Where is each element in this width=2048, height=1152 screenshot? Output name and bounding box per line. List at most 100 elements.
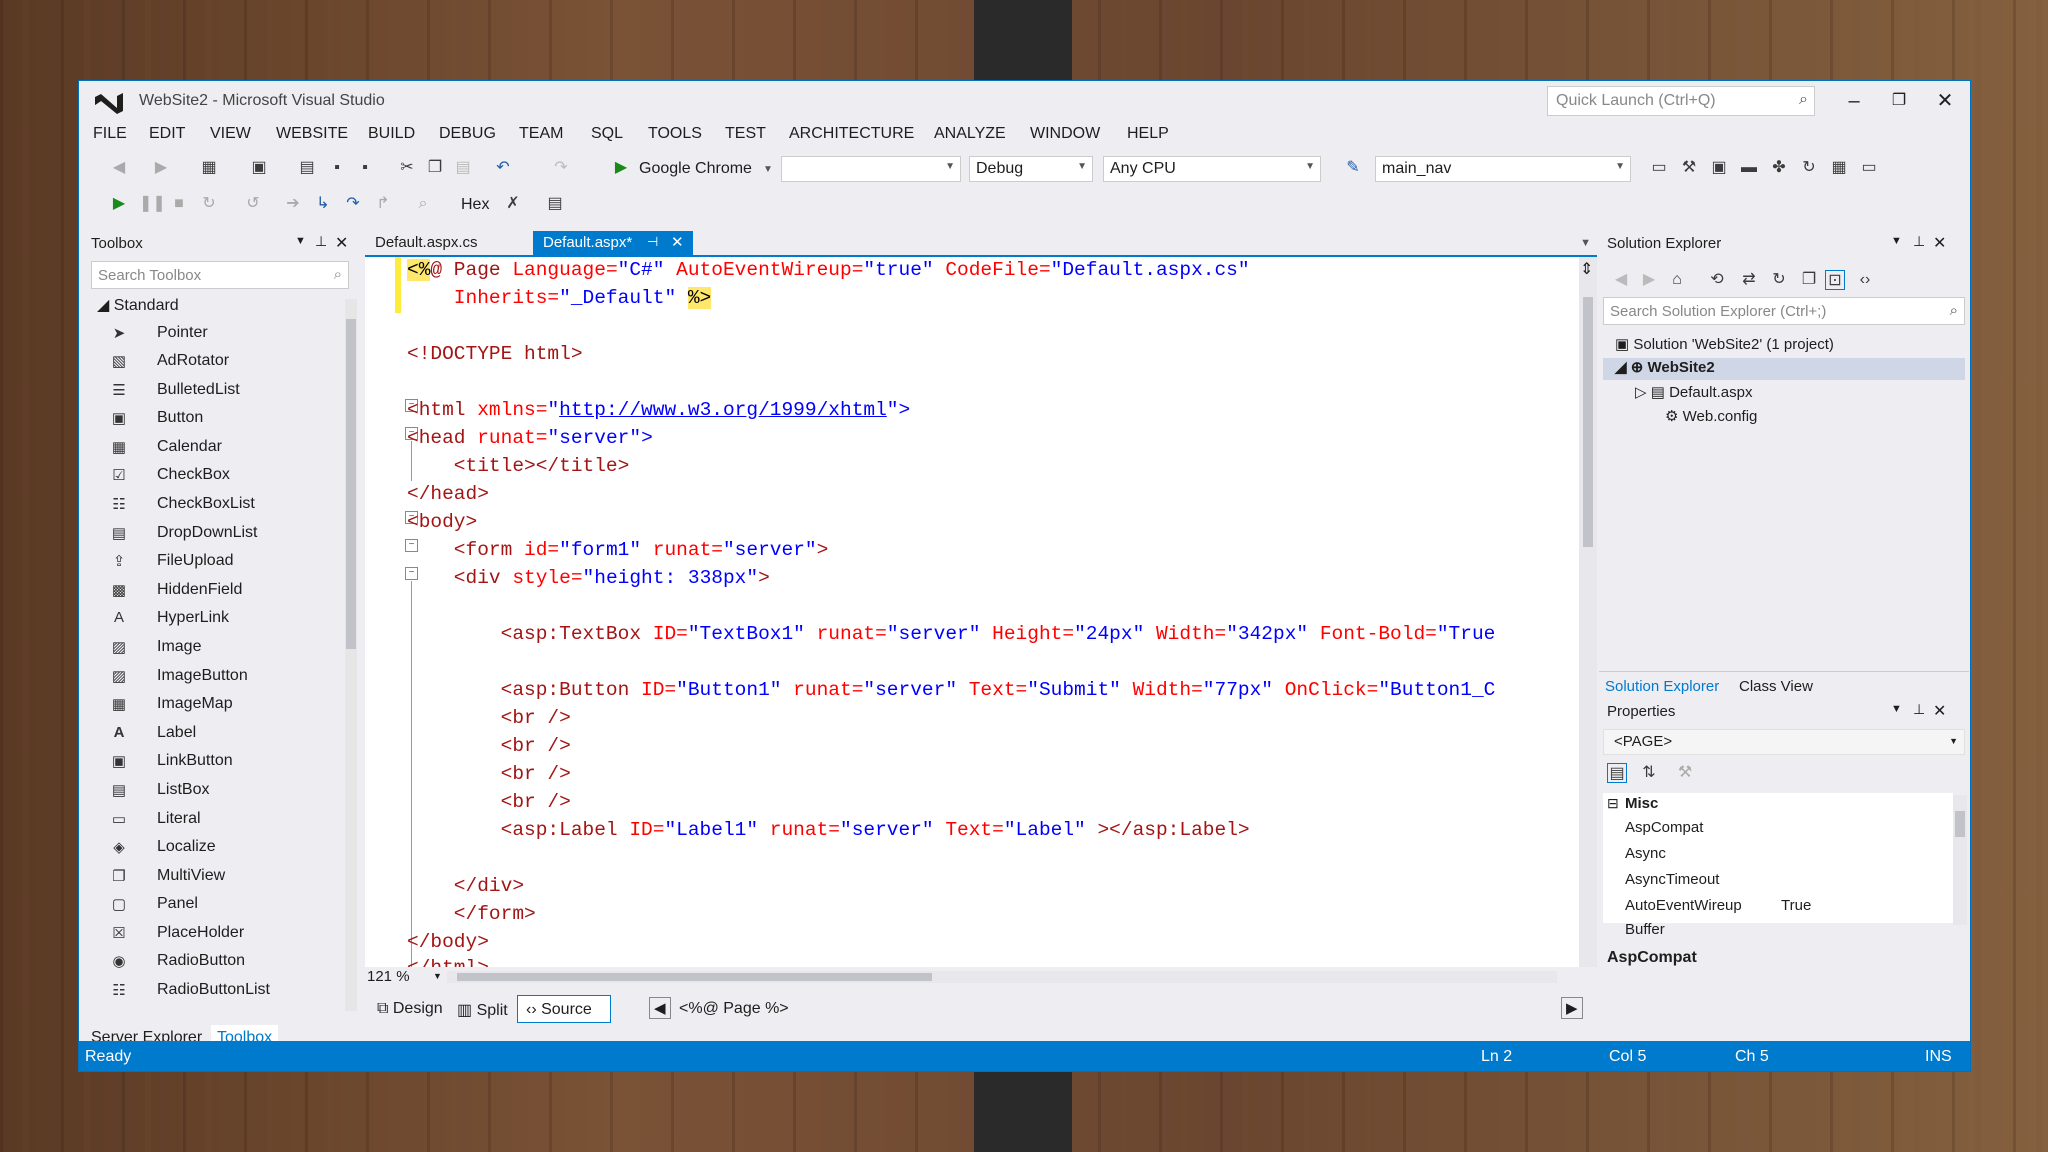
toolbox-item[interactable]: A Label [109,723,329,745]
toolbox-item[interactable]: A HyperLink [109,608,329,630]
toolbox-item[interactable]: ☑ CheckBox [109,465,329,487]
source-view-button[interactable]: ‹› Source [517,995,611,1023]
property-row[interactable]: AutoEventWireup True [1625,897,1945,919]
project-node[interactable]: ◢ ⊕ WebSite2 [1603,358,1965,380]
hex-toggle[interactable]: Hex [461,196,489,214]
split-icon[interactable]: ⇕ [1580,259,1593,279]
empty-combo[interactable]: ▼ [781,156,961,182]
toolbox-close-icon[interactable]: ✕ [335,233,348,253]
toolbox-item[interactable]: ☒ PlaceHolder [109,923,329,945]
property-row[interactable]: Async [1625,845,1945,867]
menu-edit[interactable]: EDIT [149,125,185,143]
exception-icon[interactable]: ✗ [503,194,523,214]
wrench-icon[interactable]: ⚒ [1679,158,1699,178]
code-area[interactable]: <%@ Page Language="C#" AutoEventWireup="… [365,257,1579,967]
output-icon[interactable]: ▭ [1859,158,1879,178]
menu-debug[interactable]: DEBUG [439,125,496,143]
menu-architecture[interactable]: ARCHITECTURE [789,125,914,143]
cut-icon[interactable]: ✂ [397,158,417,178]
refresh-windows-icon[interactable]: ↺ [243,194,263,214]
new-project-icon[interactable]: ▦ [199,158,219,178]
minimize-button[interactable]: – [1834,85,1874,117]
redo-icon[interactable]: ↷ [551,158,571,178]
toolbox-item[interactable]: ⇪ FileUpload [109,551,329,573]
toolbox-item[interactable]: ▨ ImageButton [109,666,329,688]
toolbox-item[interactable]: ▤ ListBox [109,780,329,802]
object-selector[interactable]: <PAGE> ▼ [1603,729,1965,755]
toolbox-item[interactable]: ▧ AdRotator [109,351,329,373]
add-item-icon[interactable]: ▣ [249,158,269,178]
toolbox-item[interactable]: ◈ Localize [109,837,329,859]
property-pages-icon[interactable]: ⚒ [1675,763,1695,783]
platform-combo[interactable]: Any CPU ▼ [1103,156,1321,182]
panel-close-icon[interactable]: ✕ [1933,233,1946,253]
back-icon[interactable]: ◀ [1611,270,1631,290]
forward-icon[interactable]: ▶ [151,158,171,178]
browse-icon[interactable]: ▭ [1649,158,1669,178]
design-view-button[interactable]: ⧉ Design [369,995,451,1023]
toolbox-item[interactable]: ➤ Pointer [109,323,329,345]
breadcrumb-back-icon[interactable]: ◀ [649,997,671,1019]
show-next-statement-icon[interactable]: ➔ [283,194,303,214]
navigate-icon[interactable]: ✎ [1343,158,1363,178]
restore-button[interactable]: ❐ [1879,85,1919,117]
toolbox-scrollbar[interactable] [345,299,357,1011]
breadcrumb-forward-icon[interactable]: ▶ [1561,997,1583,1019]
property-row[interactable]: Buffer [1625,921,1945,943]
toolbox-search-input[interactable]: Search Toolbox ⌕ [91,261,349,289]
split-view-button[interactable]: ▥ Split [449,995,516,1023]
refresh-icon[interactable]: ↻ [1769,270,1789,290]
collapse-all-icon[interactable]: ❐ [1799,270,1819,290]
copy-icon[interactable]: ❐ [425,158,445,178]
property-row[interactable]: AspCompat [1625,819,1945,841]
toolbox-item[interactable]: ▦ ImageMap [109,694,329,716]
menu-build[interactable]: BUILD [368,125,415,143]
toolbox-item[interactable]: ☷ CheckBoxList [109,494,329,516]
save-icon[interactable]: ▪ [327,158,347,178]
back-icon[interactable]: ◀ [109,158,129,178]
toolbox-category-standard[interactable]: ◢ Standard [97,295,179,315]
tab-default-aspx-cs[interactable]: Default.aspx.cs [365,231,488,255]
step-into-icon[interactable]: ↳ [313,194,333,214]
tag-breadcrumb[interactable]: <%@ Page %> [679,1000,789,1018]
toolbox-item[interactable]: ▤ DropDownList [109,523,329,545]
menu-view[interactable]: VIEW [210,125,251,143]
start-debugging-icon[interactable]: ▶ [611,158,631,178]
window-icon[interactable]: ▣ [1709,158,1729,178]
threads-icon[interactable]: ▤ [545,194,565,214]
category-collapse-icon[interactable]: ⊟ [1607,795,1619,812]
paste-icon[interactable]: ▤ [453,158,473,178]
toolbox-item[interactable]: ◉ RadioButton [109,951,329,973]
solution-search-input[interactable]: Search Solution Explorer (Ctrl+;) ⌕ [1603,297,1965,325]
forward-icon[interactable]: ▶ [1639,270,1659,290]
menu-sql[interactable]: SQL [591,125,623,143]
toolbox-item[interactable]: ▨ Image [109,637,329,659]
toolbox-item[interactable]: ☷ RadioButtonList [109,980,329,1002]
panel-close-icon[interactable]: ✕ [1933,701,1946,721]
step-out-icon[interactable]: ↱ [373,194,393,214]
toolbox-item[interactable]: ▣ Button [109,408,329,430]
open-file-icon[interactable]: ▤ [297,158,317,178]
menu-website[interactable]: WEBSITE [276,125,348,143]
quick-launch-input[interactable]: Quick Launch (Ctrl+Q) ⌕ [1547,86,1815,116]
home-icon[interactable]: ⌂ [1667,270,1687,290]
scroll-thumb[interactable] [457,973,932,981]
refresh-icon[interactable]: ↻ [1799,158,1819,178]
show-all-files-icon[interactable]: ⊡ [1825,270,1845,290]
step-over-icon[interactable]: ↷ [343,194,363,214]
class-view-icon[interactable]: ✤ [1769,158,1789,178]
configuration-combo[interactable]: Debug ▼ [969,156,1093,182]
pin-icon[interactable]: ⊣ [647,234,658,250]
file-node-default-aspx[interactable]: ▷ ▤ Default.aspx [1635,383,1752,405]
categorized-icon[interactable]: ▤ [1607,763,1627,783]
navigation-combo[interactable]: main_nav ▼ [1375,156,1631,182]
toolbox-item[interactable]: ▣ LinkButton [109,751,329,773]
panel-dropdown-icon[interactable]: ▼ [1891,703,1902,715]
toolbox-item[interactable]: ☰ BulletedList [109,380,329,402]
property-row[interactable]: AsyncTimeout [1625,871,1945,893]
panel-dropdown-icon[interactable]: ▼ [1891,235,1902,247]
toolbox-item[interactable]: ▭ Literal [109,809,329,831]
scroll-thumb[interactable] [346,319,356,649]
close-tab-icon[interactable]: ✕ [671,233,684,251]
panel-pin-icon[interactable]: ⊥ [1913,701,1925,718]
